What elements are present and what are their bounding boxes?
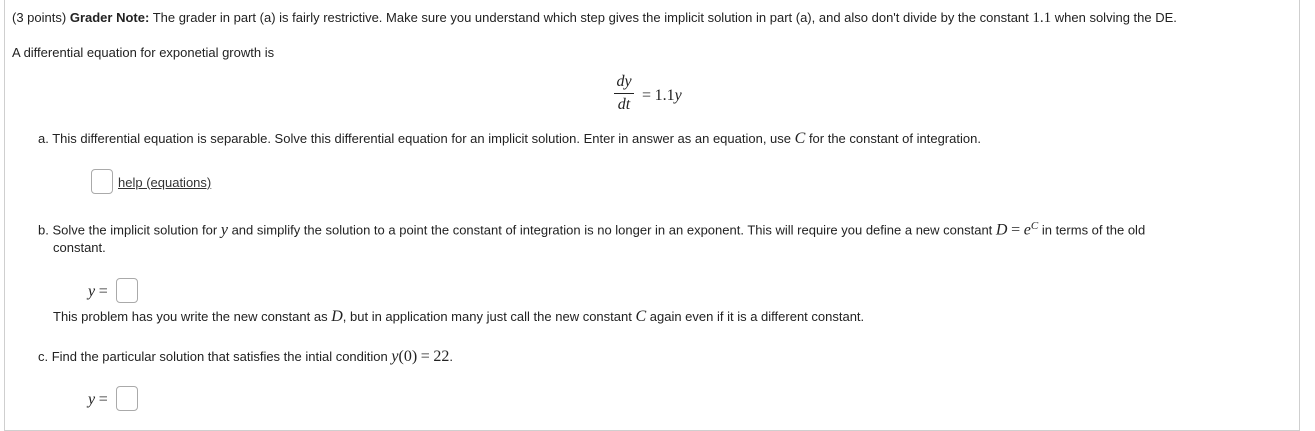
part-a-prompt: a. This differential equation is separab… [38,130,981,148]
grader-note-text-1: The grader in part (a) is fairly restric… [152,10,1029,25]
part-c-cond-val: 22 [433,348,450,365]
equation-denominator: dt [617,96,631,113]
part-b-answer-label: y = [88,283,108,301]
grader-note-constant: 1.1 [1032,10,1052,26]
points-label: (3 points) [12,10,67,25]
problem-container [4,0,1300,431]
part-b-text-2: and simplify the solution to a point the… [231,222,993,238]
part-c-answer-input[interactable] [116,386,138,411]
part-b-eq: = [1011,221,1021,239]
part-c-text-1: c. Find the particular solution that sat… [38,349,388,364]
equation-rhs: = 1.1y [642,87,682,105]
equation-numerator: dy [616,73,632,90]
part-c-cond-end: . [449,349,454,364]
part-b-text-3: in terms of the old [1041,222,1146,238]
part-b-label-eq: = [98,283,108,300]
part-a-var-c: C [794,130,806,147]
part-a-answer-input[interactable] [91,169,113,194]
equation-var: y [674,87,682,104]
part-b-sup-c: C [1030,220,1039,232]
part-c-prompt: c. Find the particular solution that sat… [38,348,453,366]
part-b-note-d: D [331,308,343,325]
part-b-text-4: constant. [53,240,106,255]
part-b-note-2: , but in application many just call the … [342,309,632,324]
grader-note: (3 points) Grader Note: The grader in pa… [12,10,1177,27]
part-c-label-eq: = [98,391,108,408]
part-b-var-d: D [995,221,1008,239]
part-c-label-y: y [88,391,96,408]
part-b-note-1: This problem has you write the new const… [53,309,328,324]
part-b-note: This problem has you write the new const… [53,308,864,326]
part-c-cond-eq: = [420,348,430,365]
grader-note-label: Grader Note: [69,10,150,25]
part-a-text-1: a. This differential equation is separab… [38,131,792,146]
part-a-text-2: for the constant of integration. [808,131,981,146]
part-b-label-y: y [88,283,96,300]
part-b-note-3: again even if it is a different constant… [649,309,865,324]
equation-constant: 1.1 [654,87,675,104]
part-b-prompt: b. Solve the implicit solution for y and… [38,220,1145,239]
part-c-answer-label: y = [88,391,108,409]
part-b-note-c: C [635,308,647,325]
part-c-cond-arg: (0) [398,348,418,365]
grader-note-text-2: when solving the DE. [1054,10,1177,25]
help-equations-link[interactable]: help (equations) [118,175,211,190]
part-b-text-1: b. Solve the implicit solution for [38,222,218,238]
part-b-answer-input[interactable] [116,278,138,303]
equation-equals: = [642,87,652,104]
part-b-var-y: y [220,221,228,239]
fraction-bar [614,93,634,94]
part-b-e: e [1023,221,1031,239]
intro-text: A differential equation for exponetial g… [12,45,275,60]
